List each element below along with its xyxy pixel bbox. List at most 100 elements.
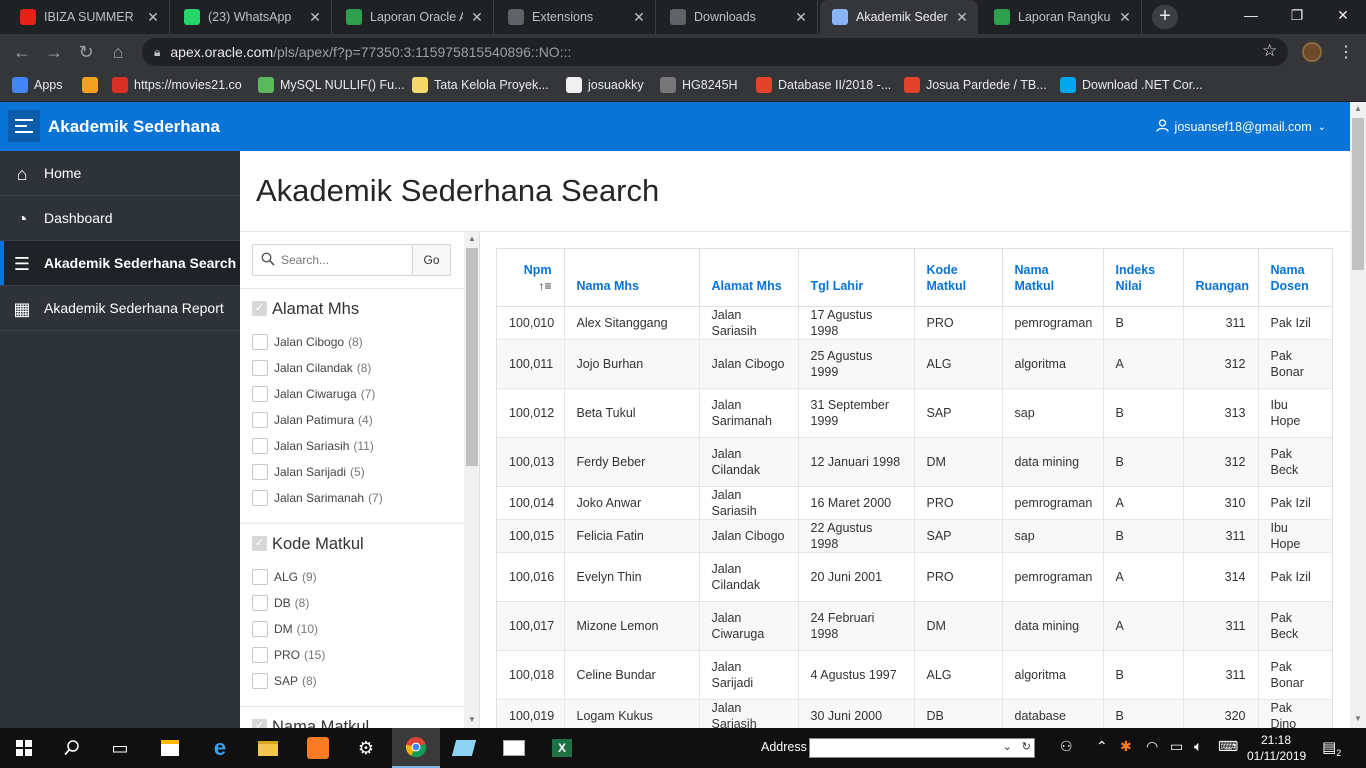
facet-option[interactable]: DM (10) [240,616,464,642]
bookmark-item[interactable]: Apps [12,70,63,100]
close-icon[interactable]: ✕ [469,9,485,26]
browser-tab[interactable]: Downloads ✕ [658,0,818,34]
excel-icon[interactable]: X [538,728,586,768]
task-view-icon[interactable]: ▭ [96,728,144,768]
close-icon[interactable]: ✕ [793,9,809,26]
facet-scrollbar[interactable]: ▲ ▼ [464,232,479,728]
facet-option[interactable]: SAP (8) [240,668,464,694]
maximize-button[interactable]: ❐ [1274,0,1320,30]
sidebar-item[interactable]: ▦ Akademik Sederhana Report [0,286,240,331]
facet-option[interactable]: Jalan Patimura (4) [240,407,464,433]
checkbox[interactable] [252,647,268,663]
browser-tab[interactable]: Laporan Rangkum ✕ [982,0,1142,34]
user-menu[interactable]: josuansef18@gmail.com ⌄ [1155,119,1326,135]
home-icon[interactable]: ⌂ [106,40,130,64]
checkbox[interactable] [252,386,268,402]
scrollbar-thumb[interactable] [466,248,478,466]
bookmark-item[interactable]: MySQL NULLIF() Fu... [258,70,405,100]
checkbox[interactable] [252,438,268,454]
sidebar-item[interactable]: ◔ Dashboard [0,196,240,241]
browser-tab[interactable]: Akademik Sederha ✕ [820,0,978,34]
people-icon[interactable]: ⚇ [1060,738,1073,755]
bookmark-item[interactable]: Database II/2018 -... [756,70,891,100]
facet-option[interactable]: Jalan Cibogo (8) [240,329,464,355]
browser-menu-icon[interactable]: ⋮ [1338,42,1354,62]
settings-icon[interactable]: ⚙ [342,728,390,768]
search-input[interactable]: Search... [252,244,413,276]
browser-tab[interactable]: IBIZA SUMMER ✕ [8,0,170,34]
back-icon[interactable]: ← [10,40,34,64]
facet-option[interactable]: Jalan Sarijadi (5) [240,459,464,485]
volume-icon[interactable]: 🔈︎ [1194,738,1202,755]
facet-collapse-icon[interactable]: ✓ [252,719,267,728]
keyboard-icon[interactable]: ⌨ [1218,738,1238,755]
bookmark-star-icon[interactable]: ☆ [1262,41,1277,61]
app-title[interactable]: Akademik Sederhana [48,117,220,137]
sidebar-item[interactable]: ⌂ Home [0,151,240,196]
notification-icon[interactable]: ▤2 [1322,738,1341,758]
checkbox[interactable] [252,490,268,506]
bookmark-item[interactable]: josuaokky [566,70,644,100]
scroll-up-icon[interactable]: ▲ [1354,104,1362,113]
facet-header[interactable]: ✓ Alamat Mhs [240,289,464,329]
reload-icon[interactable]: ↻ [74,40,98,64]
facet-collapse-icon[interactable]: ✓ [252,301,267,316]
scrollbar-thumb[interactable] [1352,118,1364,270]
minimize-button[interactable]: — [1228,0,1274,30]
scroll-up-icon[interactable]: ▲ [468,234,476,243]
address-toolbar-input[interactable]: ⌄ ↻ [809,738,1035,758]
column-header[interactable]: Nama Mhs [564,249,700,307]
column-header[interactable]: Tgl Lahir [798,249,915,307]
checkbox[interactable] [252,595,268,611]
chevron-down-icon[interactable]: ⌄ [1003,740,1012,753]
close-icon[interactable]: ✕ [1117,9,1133,26]
facet-option[interactable]: Jalan Ciwaruga (7) [240,381,464,407]
facet-option[interactable]: ALG (9) [240,564,464,590]
scroll-down-icon[interactable]: ▼ [1354,714,1362,723]
close-icon[interactable]: ✕ [954,9,970,26]
battery-icon[interactable]: ▭ [1170,738,1183,755]
facet-option[interactable]: Jalan Cilandak (8) [240,355,464,381]
facet-header[interactable]: ✓ Kode Matkul [240,524,464,564]
bookmark-item[interactable]: https://movies21.co [112,70,242,100]
close-icon[interactable]: ✕ [631,9,647,26]
browser-tab[interactable]: Laporan Oracle AP ✕ [334,0,494,34]
facet-collapse-icon[interactable]: ✓ [252,536,267,551]
chrome-icon[interactable] [392,728,440,768]
column-header[interactable]: Kode Matkul [914,249,1003,307]
nav-toggle-button[interactable] [8,110,40,142]
xampp-tray-icon[interactable]: ✱ [1120,738,1132,755]
close-window-button[interactable]: ✕ [1320,0,1366,30]
search-icon[interactable] [48,728,96,768]
bookmark-item[interactable]: Tata Kelola Proyek... [412,70,549,100]
bookmark-item[interactable]: HG8245H [660,70,738,100]
checkbox[interactable] [252,464,268,480]
page-scrollbar[interactable]: ▲ ▼ [1350,102,1366,728]
photos-icon[interactable] [490,728,538,768]
forward-icon[interactable]: → [42,40,66,64]
sidebar-item[interactable]: ☰ Akademik Sederhana Search [0,241,240,286]
profile-avatar[interactable] [1302,42,1322,62]
column-header[interactable]: Alamat Mhs [699,249,799,307]
chevron-up-icon[interactable]: ⌃ [1096,738,1108,755]
edge-icon[interactable]: e [196,728,244,768]
facet-option[interactable]: Jalan Sariasih (11) [240,433,464,459]
column-header[interactable]: Ruangan [1183,249,1259,307]
checkbox[interactable] [252,569,268,585]
browser-tab[interactable]: (23) WhatsApp ✕ [172,0,332,34]
column-header[interactable]: Npm ↑≡ [497,249,565,307]
scroll-down-icon[interactable]: ▼ [468,715,476,724]
file-explorer-icon[interactable] [244,728,292,768]
xampp-icon[interactable] [294,728,342,768]
checkbox[interactable] [252,412,268,428]
windows-start-icon[interactable] [0,728,48,768]
checkbox[interactable] [252,621,268,637]
checkbox[interactable] [252,673,268,689]
close-icon[interactable]: ✕ [307,9,323,26]
system-clock[interactable]: 21:18 01/11/2019 [1247,732,1306,764]
close-icon[interactable]: ✕ [145,9,161,26]
sort-ascending-icon[interactable]: ↑≡ [509,278,551,294]
column-header[interactable]: Nama Dosen [1258,249,1332,307]
column-header[interactable]: Nama Matkul [1002,249,1104,307]
facet-option[interactable]: DB (8) [240,590,464,616]
